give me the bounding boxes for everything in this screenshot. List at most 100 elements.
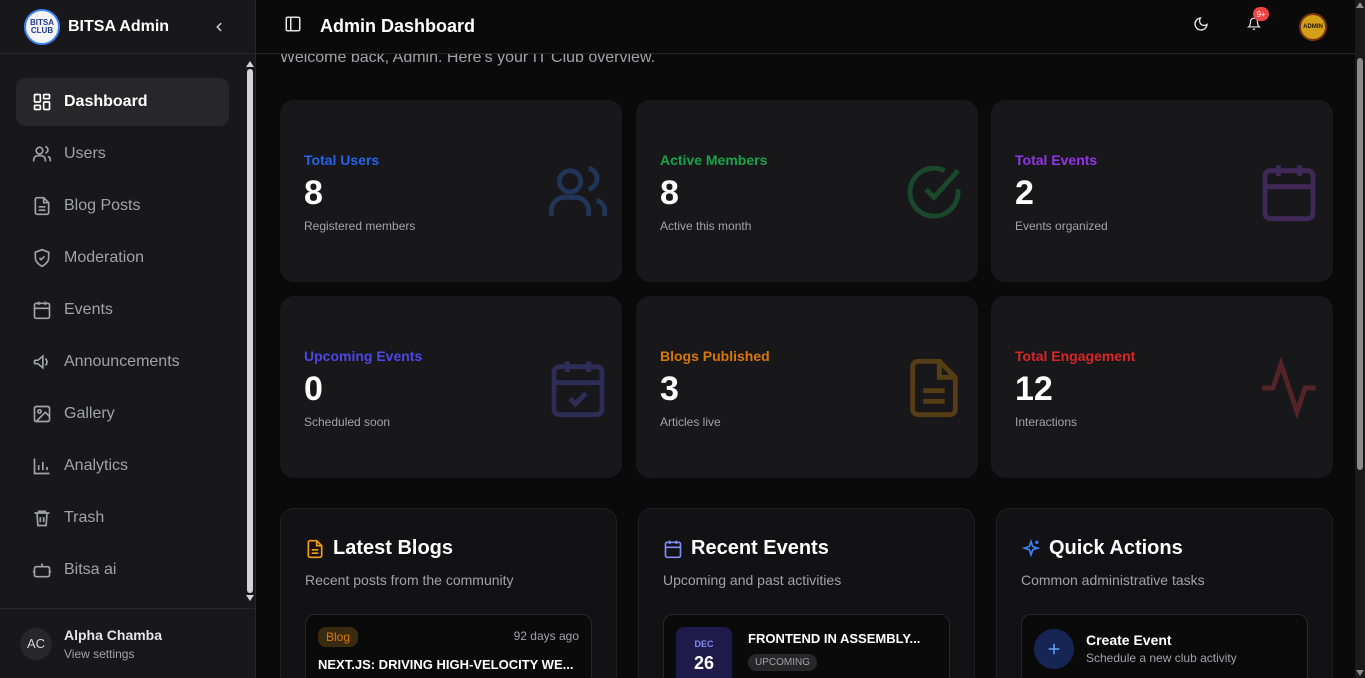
event-month: DEC bbox=[694, 639, 714, 649]
image-icon bbox=[32, 404, 52, 424]
file-text-icon bbox=[307, 539, 323, 558]
latest-blogs-panel: Latest Blogs Recent posts from the commu… bbox=[280, 508, 617, 678]
sidebar-item-label: Gallery bbox=[64, 405, 115, 422]
sidebar-item-gallery[interactable]: Gallery bbox=[16, 390, 229, 438]
top-header: Admin Dashboard 9+ ADMIN bbox=[256, 0, 1355, 54]
check-circle-icon bbox=[907, 165, 961, 219]
stat-sub: Registered members bbox=[304, 219, 416, 233]
sidebar-item-label: Trash bbox=[64, 509, 105, 526]
calendar-icon bbox=[1262, 165, 1316, 222]
stat-value: 8 bbox=[660, 174, 679, 212]
sidebar-item-announcements[interactable]: Announcements bbox=[16, 338, 229, 386]
notification-badge: 9+ bbox=[1253, 7, 1269, 21]
bot-icon bbox=[32, 560, 52, 580]
users-icon bbox=[32, 144, 52, 164]
stat-sub: Scheduled soon bbox=[304, 415, 391, 429]
file-text-icon bbox=[910, 358, 958, 418]
chevron-left-icon bbox=[216, 22, 222, 31]
stat-label: Total Users bbox=[304, 152, 380, 168]
admin-app: BITSA CLUB BITSA Admin Dashboard Users Bl… bbox=[0, 0, 1365, 678]
page-title: Admin Dashboard bbox=[320, 16, 476, 36]
users-icon bbox=[548, 165, 608, 216]
status-badge: UPCOMING bbox=[748, 654, 817, 671]
sidebar-item-label: Events bbox=[64, 301, 113, 318]
welcome-text: Welcome back, Admin. Here's your IT Club… bbox=[280, 54, 656, 66]
sparkles-icon bbox=[1021, 538, 1041, 557]
stat-label: Active Members bbox=[660, 152, 768, 168]
event-date-badge: DEC 26 bbox=[676, 627, 732, 678]
create-event-action[interactable]: Create Event Schedule a new club activit… bbox=[1021, 614, 1308, 678]
stat-sub: Active this month bbox=[660, 219, 752, 233]
stat-card-total-events: Total Events 2 Events organized bbox=[991, 100, 1333, 282]
stat-label: Total Engagement bbox=[1015, 348, 1136, 364]
sidebar-item-label: Users bbox=[64, 145, 106, 162]
calendar-icon bbox=[664, 540, 682, 558]
calendar-check-icon bbox=[551, 361, 605, 418]
stat-card-upcoming-events: Upcoming Events 0 Scheduled soon bbox=[280, 296, 622, 478]
sidebar-item-users[interactable]: Users bbox=[16, 130, 229, 178]
stat-sub: Articles live bbox=[660, 415, 721, 429]
sidebar-item-label: Blog Posts bbox=[64, 197, 141, 214]
action-title: Create Event bbox=[1086, 632, 1172, 648]
stat-value: 3 bbox=[660, 370, 679, 408]
event-card[interactable]: DEC 26 FRONTEND IN ASSEMBLY... UPCOMING bbox=[663, 614, 950, 678]
admin-avatar[interactable]: ADMIN bbox=[1299, 12, 1327, 41]
view-settings-link[interactable]: View settings bbox=[64, 647, 162, 661]
stat-card-blogs-published: Blogs Published 3 Articles live bbox=[636, 296, 978, 478]
sidebar-item-dashboard[interactable]: Dashboard bbox=[16, 78, 229, 126]
megaphone-icon bbox=[32, 352, 52, 372]
calendar-icon bbox=[32, 300, 52, 320]
main-content: Welcome back, Admin. Here's your IT Club… bbox=[256, 54, 1355, 678]
shield-icon bbox=[32, 248, 52, 268]
sidebar-item-trash[interactable]: Trash bbox=[16, 494, 229, 542]
user-name: Alpha Chamba bbox=[64, 626, 163, 643]
stat-value: 0 bbox=[304, 370, 323, 408]
blog-card[interactable]: Blog 92 days ago NEXT.JS: DRIVING HIGH-V… bbox=[305, 614, 592, 678]
stat-label: Blogs Published bbox=[660, 348, 770, 364]
panel-subtitle: Common administrative tasks bbox=[1021, 572, 1205, 588]
stat-label: Upcoming Events bbox=[304, 348, 423, 364]
panel-subtitle: Upcoming and past activities bbox=[663, 572, 842, 588]
sidebar-item-moderation[interactable]: Moderation bbox=[16, 234, 229, 282]
quick-actions-panel: Quick Actions Common administrative task… bbox=[996, 508, 1333, 678]
panel-subtitle: Recent posts from the community bbox=[305, 572, 514, 588]
panel-title: Quick Actions bbox=[1049, 537, 1183, 559]
file-icon bbox=[32, 196, 52, 216]
sidebar-item-label: Moderation bbox=[64, 249, 145, 266]
page-scroll-thumb[interactable] bbox=[1357, 58, 1363, 470]
recent-events-panel: Recent Events Upcoming and past activiti… bbox=[638, 508, 975, 678]
sidebar-item-analytics[interactable]: Analytics bbox=[16, 442, 229, 490]
sidebar-item-bitsa-ai[interactable]: Bitsa ai bbox=[16, 546, 229, 594]
category-badge: Blog bbox=[318, 627, 359, 647]
stat-value: 8 bbox=[304, 174, 323, 212]
sidebar-item-events[interactable]: Events bbox=[16, 286, 229, 334]
stat-value: 2 bbox=[1015, 174, 1034, 212]
event-title[interactable]: FRONTEND IN ASSEMBLY... bbox=[748, 631, 938, 646]
panel-title: Recent Events bbox=[691, 537, 829, 559]
notifications-button[interactable]: 9+ bbox=[1246, 7, 1269, 36]
user-profile[interactable]: AC Alpha Chamba View settings bbox=[0, 608, 256, 678]
sidebar: BITSA CLUB BITSA Admin Dashboard Users Bl… bbox=[0, 0, 256, 678]
sidebar-scroll-thumb[interactable] bbox=[247, 69, 253, 593]
bar-chart-icon bbox=[32, 456, 52, 476]
moon-icon[interactable] bbox=[1193, 16, 1209, 37]
sidebar-item-label: Bitsa ai bbox=[64, 561, 117, 578]
sidebar-scrollbar[interactable] bbox=[245, 61, 255, 601]
sidebar-item-label: Analytics bbox=[64, 457, 129, 474]
activity-icon bbox=[1262, 356, 1316, 420]
stat-sub: Interactions bbox=[1015, 415, 1078, 429]
collapse-sidebar-button[interactable] bbox=[207, 15, 231, 39]
stat-sub: Events organized bbox=[1015, 219, 1108, 233]
club-logo: BITSA CLUB bbox=[24, 8, 60, 45]
sidebar-item-blog-posts[interactable]: Blog Posts bbox=[16, 182, 229, 230]
stat-card-total-engagement: Total Engagement 12 Interactions bbox=[991, 296, 1333, 478]
post-time: 92 days ago bbox=[513, 629, 579, 643]
panel-title: Latest Blogs bbox=[333, 537, 454, 559]
page-scrollbar[interactable] bbox=[1355, 0, 1365, 678]
stat-value: 12 bbox=[1015, 370, 1053, 408]
avatar: AC bbox=[20, 627, 52, 660]
event-day: 26 bbox=[693, 653, 715, 673]
blog-title[interactable]: NEXT.JS: DRIVING HIGH-VELOCITY WE... bbox=[318, 657, 580, 672]
sidebar-toggle-icon[interactable] bbox=[284, 15, 302, 38]
app-title: BITSA Admin bbox=[68, 17, 170, 35]
